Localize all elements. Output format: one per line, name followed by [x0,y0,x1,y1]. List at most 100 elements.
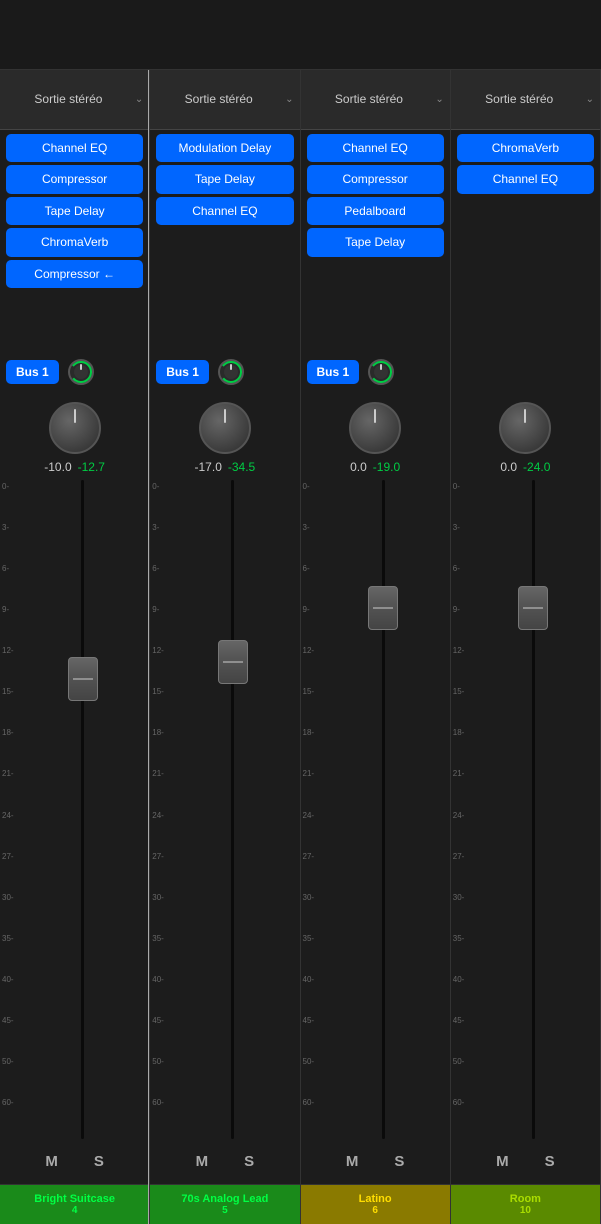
bus-row-3: Bus 1 [301,350,450,394]
scale-mark: 18- [152,728,168,769]
plugin-btn-4-1[interactable]: ChromaVerb [457,134,594,162]
scale-mark: 6- [152,564,168,605]
scale-mark: 21- [152,769,168,810]
top-spacer [0,0,601,70]
scale-labels-2: 0-3-6-9-12-15-18-21-24-27-30-35-40-45-50… [152,480,168,1139]
mute-button-4[interactable]: M [488,1149,517,1174]
scale-mark: 0- [453,482,469,523]
scale-mark: 45- [303,1016,319,1057]
plugin-btn-1-3[interactable]: Tape Delay [6,197,143,225]
scale-mark: 6- [2,564,18,605]
scale-mark: 24- [303,811,319,852]
pan-knob-3[interactable] [365,356,397,388]
scale-mark: 0- [303,482,319,523]
scale-mark: 50- [303,1057,319,1098]
plugin-btn-4-2[interactable]: Channel EQ [457,165,594,193]
scale-mark: 3- [303,523,319,564]
scale-mark: 30- [152,893,168,934]
fader-col-4[interactable] [469,480,598,1139]
fader-col-3[interactable] [319,480,448,1139]
plugins-area-1: Channel EQ Compressor Tape Delay ChromaVerb… [0,130,149,350]
fader-track-3 [382,480,385,1139]
channel-header-4[interactable]: Sortie stéréo ⌄ [451,70,600,130]
pan-knob-2[interactable] [215,356,247,388]
bus-button-3[interactable]: Bus 1 [307,360,360,384]
fader-section-4: 0-3-6-9-12-15-18-21-24-27-30-35-40-45-50… [451,480,600,1139]
fader-track-2 [231,480,234,1139]
pan-knob-1[interactable] [65,356,97,388]
plugin-btn-3-1[interactable]: Channel EQ [307,134,444,162]
volume-knob-2[interactable] [199,402,251,454]
scale-mark: 35- [2,934,18,975]
scale-mark: 35- [152,934,168,975]
mute-button-3[interactable]: M [338,1149,367,1174]
scale-mark: 50- [2,1057,18,1098]
channel-header-3[interactable]: Sortie stéréo ⌄ [301,70,450,130]
channel-label-2: 70s Analog Lead 5 [150,1184,299,1224]
scale-mark: 27- [453,852,469,893]
scale-mark: 60- [2,1098,18,1139]
volume-knob-4[interactable] [499,402,551,454]
channel-header-1[interactable]: Sortie stéréo ⌄ [0,70,149,130]
fader-handle-2[interactable] [218,640,248,684]
mute-button-1[interactable]: M [37,1149,66,1174]
scale-mark: 60- [303,1098,319,1139]
scale-mark: 18- [2,728,18,769]
scale-mark: 12- [152,646,168,687]
channel-2: Sortie stéréo ⌄ Modulation Delay Tape Del… [150,70,300,1224]
fader-col-1[interactable] [18,480,147,1139]
channel-header-2[interactable]: Sortie stéréo ⌄ [150,70,299,130]
scale-mark: 3- [152,523,168,564]
plugin-btn-1-4[interactable]: ChromaVerb [6,228,143,256]
scale-mark: 3- [2,523,18,564]
channel-header-text: Sortie stéréo [307,92,432,108]
plugin-btn-1-1[interactable]: Channel EQ [6,134,143,162]
chevron-down-icon: ⌄ [135,94,143,105]
fader-handle-4[interactable] [518,586,548,630]
plugin-btn-3-3[interactable]: Pedalboard [307,197,444,225]
channel-header-text: Sortie stéréo [6,92,131,108]
bus-button-2[interactable]: Bus 1 [156,360,209,384]
channel-name-3: Latino [307,1193,444,1205]
scale-mark: 6- [453,564,469,605]
plugins-area-4: ChromaVerb Channel EQ [451,130,600,350]
scale-mark: 6- [303,564,319,605]
levels-row-1: -10.0 -12.7 [0,458,149,480]
scale-mark: 24- [453,811,469,852]
channel-name-4: Room [457,1193,594,1205]
scale-mark: 15- [453,687,469,728]
fader-handle-3[interactable] [368,586,398,630]
scale-mark: 50- [453,1057,469,1098]
scale-mark: 12- [453,646,469,687]
solo-button-1[interactable]: S [86,1149,112,1174]
plugin-btn-1-2[interactable]: Compressor [6,165,143,193]
volume-knob-3[interactable] [349,402,401,454]
plugin-btn-3-4[interactable]: Tape Delay [307,228,444,256]
solo-button-3[interactable]: S [386,1149,412,1174]
plugin-btn-3-2[interactable]: Compressor [307,165,444,193]
chevron-down-icon: ⌄ [586,94,594,105]
plugin-btn-2-3[interactable]: Channel EQ [156,197,293,225]
scale-mark: 9- [152,605,168,646]
channel-number-4: 10 [457,1205,594,1216]
volume-knob-1[interactable] [49,402,101,454]
bus-row-1: Bus 1 [0,350,149,394]
scale-mark: 9- [2,605,18,646]
fader-track-4 [532,480,535,1139]
fader-col-2[interactable] [168,480,297,1139]
scale-mark: 45- [453,1016,469,1057]
solo-button-4[interactable]: S [537,1149,563,1174]
scale-mark: 35- [453,934,469,975]
scale-mark: 24- [152,811,168,852]
plugin-btn-2-2[interactable]: Tape Delay [156,165,293,193]
plugin-btn-1-5[interactable]: Compressor ← [6,260,143,288]
plugins-area-3: Channel EQ Compressor Pedalboard Tape Delay [301,130,450,350]
plugin-btn-2-1[interactable]: Modulation Delay [156,134,293,162]
solo-button-2[interactable]: S [236,1149,262,1174]
bus-button-1[interactable]: Bus 1 [6,360,59,384]
fader-section-1: 0-3-6-9-12-15-18-21-24-27-30-35-40-45-50… [0,480,149,1139]
plugins-area-2: Modulation Delay Tape Delay Channel EQ [150,130,299,350]
fader-section-3: 0-3-6-9-12-15-18-21-24-27-30-35-40-45-50… [301,480,450,1139]
fader-handle-1[interactable] [68,657,98,701]
mute-button-2[interactable]: M [188,1149,217,1174]
